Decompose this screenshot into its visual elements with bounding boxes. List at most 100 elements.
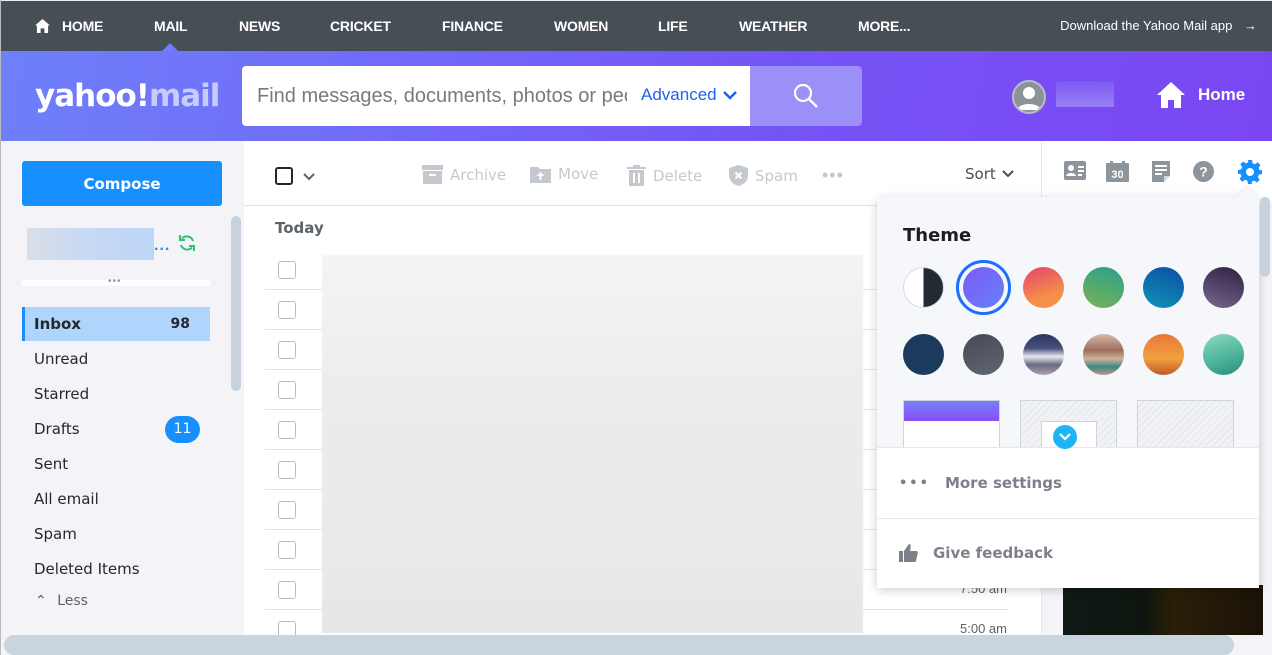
- nav-more[interactable]: MORE...: [858, 18, 910, 34]
- popover-scrollbar[interactable]: [1260, 197, 1270, 277]
- sidebar: Compose ... ••• Inbox 98 Unread Starred …: [1, 141, 244, 655]
- nav-news[interactable]: NEWS: [239, 18, 280, 34]
- inbox-count: 98: [170, 316, 190, 332]
- move-button[interactable]: Move: [530, 165, 598, 183]
- account-collapse-handle[interactable]: •••: [22, 276, 210, 287]
- settings-popover: Theme ••• More settings Give feedback: [877, 187, 1259, 588]
- home-link[interactable]: Home: [1156, 81, 1245, 109]
- search-input[interactable]: [257, 82, 627, 110]
- folder-drafts[interactable]: Drafts 11: [22, 412, 210, 446]
- message-checkbox[interactable]: [278, 461, 296, 479]
- theme-swatch-orange[interactable]: [1023, 267, 1064, 308]
- yahoo-mail-logo[interactable]: yahoo!mail: [35, 78, 220, 114]
- folder-all-email[interactable]: All email: [22, 482, 210, 516]
- select-all-checkbox[interactable]: [275, 167, 293, 185]
- sort-button[interactable]: Sort: [965, 165, 1014, 183]
- help-icon[interactable]: ?: [1193, 161, 1214, 187]
- theme-swatch-contrast[interactable]: [903, 267, 944, 308]
- active-nav-indicator: [162, 43, 178, 51]
- contacts-icon[interactable]: [1064, 161, 1086, 185]
- theme-swatch-car[interactable]: [1083, 334, 1124, 375]
- notepad-icon[interactable]: [1152, 161, 1170, 187]
- less-toggle[interactable]: ⌃ Less: [35, 593, 88, 609]
- chevron-down-icon: [1002, 170, 1014, 178]
- nav-women[interactable]: WOMEN: [554, 18, 608, 34]
- compose-button[interactable]: Compose: [22, 161, 222, 206]
- trash-icon: [627, 165, 646, 186]
- search-button[interactable]: [750, 66, 862, 126]
- redacted-message-content: [322, 255, 863, 633]
- spam-button[interactable]: Spam: [729, 165, 798, 186]
- sidebar-scrollbar[interactable]: [231, 216, 241, 391]
- home-icon: [1157, 82, 1185, 108]
- nav-finance[interactable]: FINANCE: [442, 18, 503, 34]
- folder-deleted-items[interactable]: Deleted Items: [22, 552, 210, 586]
- rail-toolbar: 30 ?: [1042, 141, 1272, 201]
- sync-icon[interactable]: [178, 234, 196, 257]
- more-settings-button[interactable]: ••• More settings: [899, 474, 1062, 492]
- message-checkbox[interactable]: [278, 261, 296, 279]
- chevron-down-icon: [722, 90, 737, 100]
- theme-swatch-navy[interactable]: [903, 334, 944, 375]
- calendar-icon[interactable]: 30: [1106, 161, 1129, 187]
- folder-inbox[interactable]: Inbox 98: [22, 307, 210, 341]
- account-name-redacted[interactable]: [27, 228, 154, 260]
- delete-button[interactable]: Delete: [627, 165, 702, 186]
- layout-option-3[interactable]: [1137, 400, 1234, 448]
- message-checkbox[interactable]: [278, 541, 296, 559]
- user-icon: [1017, 87, 1041, 110]
- theme-swatch-dark-purple[interactable]: [1203, 267, 1244, 308]
- nav-home[interactable]: HOME: [35, 18, 103, 34]
- nav-life[interactable]: LIFE: [658, 18, 688, 34]
- archive-icon: [422, 165, 443, 184]
- theme-swatch-purple[interactable]: [956, 260, 1011, 315]
- folder-spam[interactable]: Spam: [22, 517, 210, 551]
- give-feedback-button[interactable]: Give feedback: [899, 544, 1053, 562]
- search-box: Advanced: [242, 66, 750, 126]
- nav-mail[interactable]: MAIL: [154, 18, 188, 34]
- search-icon: [793, 83, 818, 108]
- settings-gear-icon[interactable]: [1238, 160, 1262, 189]
- layout-option-1[interactable]: [903, 400, 1000, 448]
- home-icon: [35, 19, 50, 33]
- more-actions-button[interactable]: •••: [822, 165, 844, 186]
- ad-image[interactable]: [1063, 585, 1263, 635]
- select-options-chevron[interactable]: [303, 168, 315, 186]
- message-checkbox[interactable]: [278, 581, 296, 599]
- account-more[interactable]: ...: [154, 237, 170, 255]
- move-folder-icon: [530, 167, 551, 183]
- folder-sent[interactable]: Sent: [22, 447, 210, 481]
- chevron-down-icon: [1059, 433, 1071, 441]
- theme-swatch-blue[interactable]: [1143, 267, 1184, 308]
- username-redacted[interactable]: [1056, 81, 1114, 107]
- popover-actions: ••• More settings Give feedback: [877, 447, 1259, 588]
- theme-swatch-mountain[interactable]: [1023, 334, 1064, 375]
- theme-title: Theme: [903, 225, 972, 246]
- download-app-link[interactable]: Download the Yahoo Mail app →: [1060, 18, 1257, 33]
- nav-weather[interactable]: WEATHER: [739, 18, 808, 34]
- message-checkbox[interactable]: [278, 381, 296, 399]
- folder-starred[interactable]: Starred: [22, 377, 210, 411]
- folder-unread[interactable]: Unread: [22, 342, 210, 376]
- mail-header: yahoo!mail Advanced Home: [1, 51, 1272, 141]
- scroll-down-button[interactable]: [1053, 425, 1077, 449]
- nav-cricket[interactable]: CRICKET: [330, 18, 391, 34]
- divider: [877, 518, 1259, 519]
- message-checkbox[interactable]: [278, 421, 296, 439]
- thumbs-up-icon: [899, 544, 918, 562]
- theme-swatch-charcoal[interactable]: [963, 334, 1004, 375]
- theme-swatch-kangaroo[interactable]: [1143, 334, 1184, 375]
- more-dots-icon: •••: [899, 475, 930, 491]
- archive-button[interactable]: Archive: [422, 165, 506, 184]
- chevron-up-icon: ⌃: [35, 593, 47, 609]
- theme-swatch-lighthouse[interactable]: [1203, 334, 1244, 375]
- theme-swatch-green[interactable]: [1083, 267, 1124, 308]
- chevron-down-icon: [303, 173, 315, 181]
- avatar[interactable]: [1012, 80, 1046, 114]
- message-checkbox[interactable]: [278, 341, 296, 359]
- message-checkbox[interactable]: [278, 501, 296, 519]
- advanced-search-button[interactable]: Advanced: [641, 85, 737, 105]
- top-nav: HOME MAIL NEWS CRICKET FINANCE WOMEN LIF…: [1, 0, 1272, 51]
- message-checkbox[interactable]: [278, 301, 296, 319]
- horizontal-scrollbar[interactable]: [4, 635, 1234, 655]
